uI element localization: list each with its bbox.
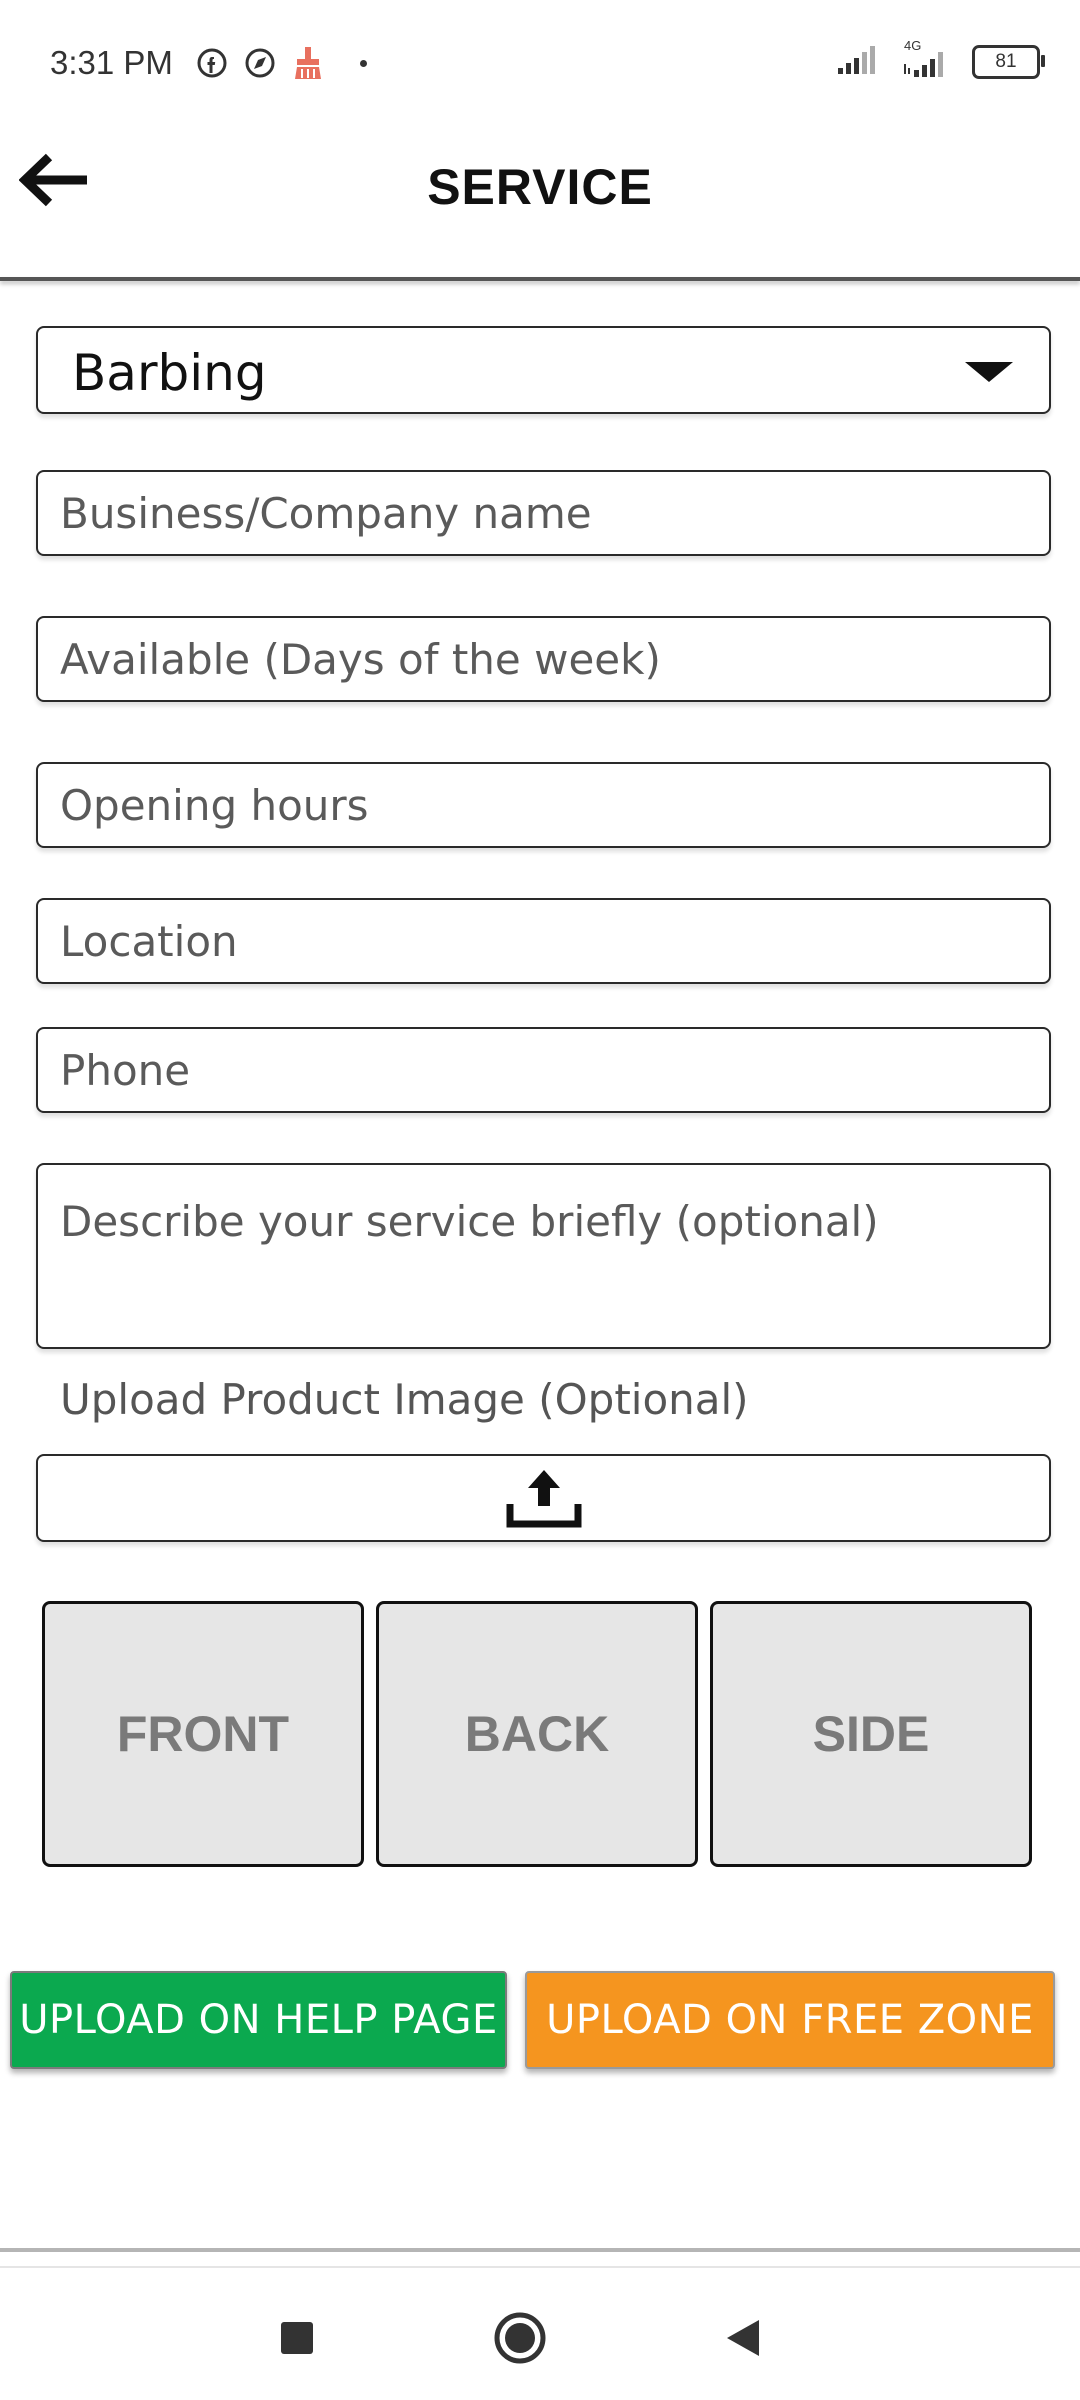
status-bar: 3:31 PM 4G 81 (0, 0, 1080, 120)
battery-icon: 81 (972, 45, 1045, 79)
business-name-field[interactable] (36, 470, 1051, 556)
home-circle-icon (494, 2312, 546, 2364)
image-slot-front[interactable]: FRONT (42, 1601, 364, 1867)
image-slot-back[interactable]: BACK (376, 1601, 698, 1867)
phone-input[interactable] (38, 1029, 1049, 1111)
available-days-field[interactable] (36, 616, 1051, 702)
upload-icon (506, 1470, 581, 1528)
description-input[interactable] (38, 1165, 1049, 1347)
cleaner-icon (291, 46, 325, 80)
status-dot (360, 60, 367, 67)
recents-button[interactable] (267, 2308, 327, 2368)
system-back-button[interactable] (713, 2308, 773, 2368)
page-title: SERVICE (427, 159, 653, 215)
upload-free-zone-button[interactable]: UPLOAD ON FREE ZONE (525, 1971, 1055, 2069)
status-time: 3:31 PM (50, 44, 173, 81)
recents-square-icon (281, 2322, 313, 2354)
location-input[interactable] (38, 900, 1049, 982)
phone-field[interactable] (36, 1027, 1051, 1113)
image-slot-label: FRONT (116, 1706, 290, 1762)
location-field[interactable] (36, 898, 1051, 984)
category-select-value: Barbing (72, 344, 267, 402)
description-field[interactable] (36, 1163, 1051, 1349)
opening-hours-field[interactable] (36, 762, 1051, 848)
app-header: SERVICE (0, 120, 1080, 276)
image-slot-label: BACK (464, 1706, 610, 1762)
upload-image-label: Upload Product Image (Optional) (60, 1375, 749, 1424)
facebook-icon (195, 46, 229, 80)
opening-hours-input[interactable] (38, 764, 1049, 846)
home-button[interactable] (490, 2308, 550, 2368)
dropdown-caret-icon (965, 362, 1013, 382)
system-nav-bar (0, 2270, 1080, 2400)
business-name-input[interactable] (38, 472, 1049, 554)
signal-icon (836, 44, 880, 80)
available-days-input[interactable] (38, 618, 1049, 700)
status-notification-icons (195, 46, 325, 80)
image-slot-label: SIDE (812, 1706, 930, 1762)
upload-image-button[interactable] (36, 1454, 1051, 1542)
compass-icon (243, 46, 277, 80)
battery-level: 81 (995, 51, 1017, 72)
header-divider (0, 277, 1080, 281)
category-select[interactable]: Barbing (36, 326, 1051, 414)
screen: 3:31 PM 4G 81 SERVICE Barbing Business/C… (0, 0, 1080, 2400)
signal-4g-icon: 4G (902, 38, 950, 80)
nav-divider (0, 2248, 1080, 2252)
image-slot-side[interactable]: SIDE (710, 1601, 1032, 1867)
nav-divider-light (0, 2266, 1080, 2268)
back-triangle-icon (727, 2320, 759, 2356)
status-system-icons: 4G 81 (836, 38, 1045, 80)
upload-help-page-button[interactable]: UPLOAD ON HELP PAGE (10, 1971, 507, 2069)
